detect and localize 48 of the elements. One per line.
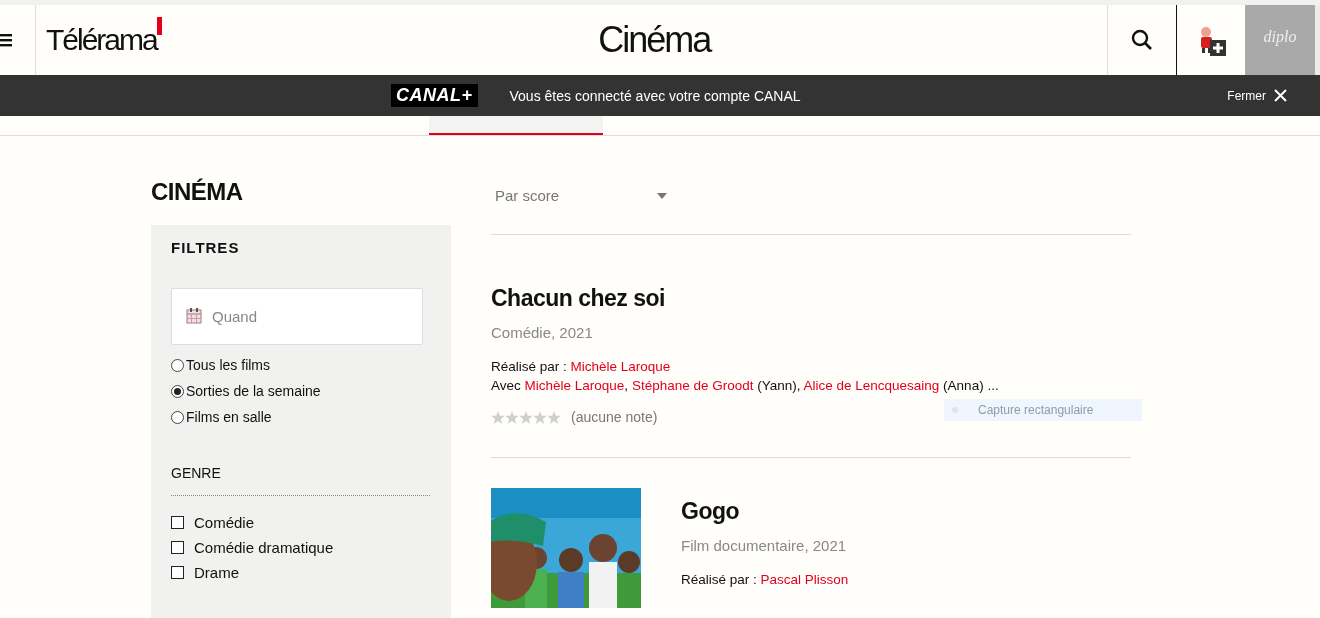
- director-line: Réalisé par : Michèle Laroque: [491, 359, 672, 374]
- star-icon: [547, 410, 561, 424]
- checkbox[interactable]: [171, 566, 184, 579]
- scrollbar[interactable]: [1315, 5, 1320, 75]
- tab-indicator[interactable]: [429, 116, 603, 135]
- genre-option[interactable]: Comédie: [171, 514, 431, 531]
- radio-option[interactable]: Sorties de la semaine: [171, 383, 431, 399]
- close-button[interactable]: Fermer: [1227, 88, 1287, 103]
- filters-heading: FILTRES: [171, 239, 241, 256]
- date-field[interactable]: Quand: [171, 288, 423, 345]
- star-icon: [519, 410, 533, 424]
- star-icon: [533, 410, 547, 424]
- person-link[interactable]: Michèle Laroque: [524, 378, 625, 393]
- page-title: CINÉMA: [151, 178, 244, 206]
- logo-tick-icon: [156, 17, 162, 35]
- star-icon: [491, 410, 505, 424]
- person-link[interactable]: Michèle Laroque: [570, 359, 671, 374]
- section-title: Cinéma: [597, 19, 713, 61]
- brand-logo: CANAL+: [391, 84, 478, 107]
- checkbox[interactable]: [171, 516, 184, 529]
- radio-option[interactable]: Films en salle: [171, 409, 431, 425]
- genre-option[interactable]: Drame: [171, 564, 431, 581]
- person-link[interactable]: Stéphane de Groodt: [631, 378, 754, 393]
- radio-button[interactable]: [171, 384, 184, 398]
- checkbox[interactable]: [171, 541, 184, 554]
- director-line: Réalisé par : Pascal Plisson: [681, 572, 849, 587]
- radio-button[interactable]: [171, 358, 184, 372]
- radio-option[interactable]: Tous les films: [171, 357, 431, 373]
- caret-icon: [657, 192, 667, 199]
- site-logo[interactable]: Télérama: [46, 22, 157, 58]
- film-title[interactable]: Gogo: [681, 498, 849, 525]
- film-genre-year: Film documentaire, 2021: [681, 537, 848, 554]
- star-icon: [505, 410, 519, 424]
- person-link[interactable]: Pascal Plisson: [760, 572, 849, 587]
- genre-heading: GENRE: [171, 465, 430, 496]
- search-icon: [1131, 29, 1153, 51]
- cast-line: Avec Michèle Laroque, Stéphane de Groodt (Yann), Alice de Lencquesaing (Anna) ...: [491, 378, 1000, 393]
- banner-message: Vous êtes connecté avec votre compte CANAL: [509, 87, 801, 104]
- capture-tooltip: Capture rectangulaire: [944, 399, 1142, 421]
- sort-dropdown[interactable]: Par score: [491, 187, 671, 204]
- person-link[interactable]: Alice de Lencquesaing: [803, 378, 940, 393]
- film-title[interactable]: Chacun chez soi: [491, 285, 1131, 312]
- menu-icon[interactable]: [0, 32, 12, 48]
- genre-option[interactable]: Comédie dramatique: [171, 539, 431, 556]
- radio-button[interactable]: [171, 410, 184, 424]
- rating-note: (aucune note): [571, 409, 658, 425]
- close-icon: [1274, 89, 1287, 102]
- film-genre-year: Comédie, 2021: [491, 324, 594, 341]
